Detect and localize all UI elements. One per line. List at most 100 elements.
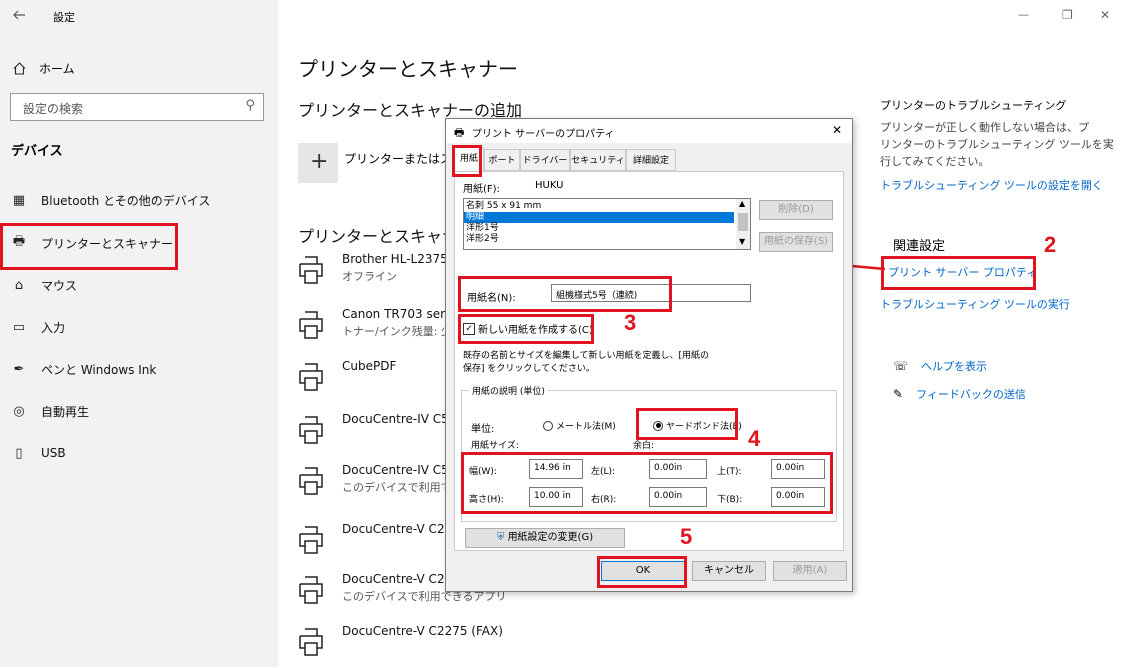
paper-size-label: 用紙サイズ: [471, 441, 519, 451]
list-item[interactable]: 洋形2号 [464, 234, 734, 245]
sidebar-home[interactable]: ホーム [13, 60, 75, 77]
keyboard-icon: ▭ [12, 319, 26, 335]
close-button[interactable]: ✕ [1100, 8, 1110, 22]
highlight-box-sidebar-printers [0, 223, 178, 270]
add-printer-button[interactable]: + [298, 143, 338, 183]
sidebar-item-usb[interactable]: ▯ USB [0, 433, 278, 473]
restore-button[interactable]: ❐ [1062, 8, 1073, 22]
list-item[interactable]: 洋形1号 [464, 223, 734, 234]
chevron-up-icon: ▲ [739, 199, 746, 208]
sidebar-item-label: USB [41, 446, 66, 460]
dialog-titlebar: 🖶 プリント サーバーのプロパティ ✕ [446, 119, 852, 143]
search-placeholder: 設定の検索 [23, 102, 84, 116]
help-text-line-1: 既存の名前とサイズを編集して新しい用紙を定義し、[用紙の [463, 351, 709, 361]
sidebar-item-bluetooth[interactable]: ▦ Bluetooth とその他のデバイス [0, 180, 278, 220]
run-troubleshooter-link[interactable]: トラブルシューティング ツールの実行 [880, 296, 1070, 312]
highlight-box-ok [597, 556, 687, 588]
form-description-label: 用紙の説明 (単位) [469, 384, 548, 397]
help-link[interactable]: ☏ ヘルプを表示 [893, 358, 987, 374]
dialog-title: プリント サーバーのプロパティ [472, 129, 615, 140]
autoplay-icon: ◎ [13, 403, 25, 419]
print-server-properties-dialog: 🖶 プリント サーバーのプロパティ ✕ 用紙 ポート ドライバー セキュリティ … [445, 118, 853, 592]
printer-icon [299, 576, 323, 604]
printer-icon [299, 256, 323, 284]
tab-drivers[interactable]: ドライバー [520, 149, 570, 171]
sidebar-section-title: デバイス [11, 144, 63, 159]
settings-search-input[interactable]: 設定の検索 ⚲ [10, 93, 264, 121]
mouse-icon: ⌂ [14, 277, 24, 293]
troubleshoot-text-1: プリンターが正しく動作しない場合は、プ [880, 121, 1089, 134]
step-number-3: 3 [624, 310, 637, 335]
list-item[interactable]: 名刺 55 x 91 mm [464, 201, 734, 212]
sidebar-item-label: 自動再生 [41, 404, 90, 419]
printer-name: DocuCentre-V C22 [342, 522, 453, 536]
back-arrow-icon [13, 10, 25, 20]
printer-icon [299, 416, 323, 444]
feedback-link[interactable]: ✎ フィードバックの送信 [893, 386, 1026, 402]
sidebar-item-mouse[interactable]: ⌂ マウス [0, 265, 278, 305]
printer-icon [299, 311, 323, 339]
printer-status: トナー/インク残量: 少 [342, 325, 452, 338]
listbox-scrollbar[interactable]: ▲ ▼ [736, 199, 750, 249]
chevron-down-icon: ▼ [739, 237, 746, 246]
tab-ports[interactable]: ポート [484, 149, 520, 171]
change-form-settings-label: 用紙設定の変更(G) [507, 532, 594, 543]
scroll-thumb[interactable] [738, 213, 748, 231]
highlight-box-form-name [458, 276, 672, 312]
metric-label: メートル法(M) [556, 422, 616, 432]
minimize-button[interactable]: — [1018, 8, 1029, 21]
forms-listbox[interactable]: 名刺 55 x 91 mm 明細 洋形1号 洋形2号 ▲ ▼ [463, 198, 751, 250]
related-settings-title: 関連設定 [893, 239, 946, 254]
sidebar-item-pen[interactable]: ✒ ペンと Windows Ink [0, 349, 278, 389]
printer-name: DocuCentre-IV C5 [342, 463, 449, 477]
usb-icon: ▯ [15, 445, 23, 461]
help-label: ヘルプを表示 [921, 360, 988, 373]
back-button[interactable] [12, 8, 26, 22]
printer-name: DocuCentre-V C2275 (FAX) [342, 624, 503, 638]
save-form-button[interactable]: 用紙の保存(S) [759, 232, 833, 252]
highlight-box-size-fields [461, 452, 833, 514]
forms-on-value: HUKU [535, 180, 564, 191]
printer-name: CubePDF [342, 359, 397, 373]
list-item[interactable]: 明細 [464, 212, 734, 223]
cancel-button[interactable]: キャンセル [692, 561, 766, 581]
pen-icon: ✒ [13, 361, 25, 377]
shield-icon: ⛨ [496, 532, 505, 543]
highlight-box-print-server-link [881, 256, 1036, 290]
sidebar-item-label: 入力 [41, 320, 66, 335]
printer-name: DocuCentre-V C22 [342, 572, 453, 586]
help-icon: ☏ [893, 359, 909, 373]
help-text-line-2: 保存] をクリックしてください。 [463, 364, 595, 374]
forms-on-label: 用紙(F): [463, 184, 500, 195]
apply-button[interactable]: 適用(A) [773, 561, 847, 581]
troubleshoot-text-3: 行してみてください。 [880, 155, 990, 168]
page-title: プリンターとスキャナー [298, 57, 518, 81]
printer-icon [299, 467, 323, 495]
tab-security[interactable]: セキュリティ [570, 149, 626, 171]
metric-radio[interactable]: メートル法(M) [543, 419, 616, 432]
window-title: 設定 [53, 11, 75, 24]
highlight-box-create-new [458, 314, 594, 344]
radio-unselected-icon [543, 420, 553, 431]
sidebar-item-input[interactable]: ▭ 入力 [0, 307, 278, 347]
sidebar-item-autoplay[interactable]: ◎ 自動再生 [0, 391, 278, 431]
feedback-label: フィードバックの送信 [916, 388, 1026, 401]
sidebar-item-label: ペンと Windows Ink [41, 362, 157, 377]
bluetooth-device-icon: ▦ [12, 192, 26, 208]
printer-icon [299, 363, 323, 391]
dialog-close-button[interactable]: ✕ [832, 123, 842, 137]
printer-status: このデバイスで利用で [342, 481, 452, 494]
plus-icon: + [310, 149, 329, 174]
home-icon [13, 62, 26, 75]
step-number-4: 4 [748, 426, 761, 451]
printer-name: Brother HL-L2375 [342, 252, 448, 266]
tab-advanced[interactable]: 詳細設定 [626, 149, 676, 171]
printer-name: Canon TR703 seri [342, 307, 449, 321]
printer-icon [299, 526, 323, 554]
sidebar-home-label: ホーム [39, 62, 75, 76]
step-number-5: 5 [680, 524, 693, 549]
highlight-box-forms-tab [452, 145, 482, 177]
delete-button[interactable]: 削除(D) [759, 200, 833, 220]
change-form-settings-button[interactable]: ⛨ 用紙設定の変更(G) [465, 528, 625, 548]
troubleshoot-settings-link[interactable]: トラブルシューティング ツールの設定を開く [880, 177, 1103, 193]
